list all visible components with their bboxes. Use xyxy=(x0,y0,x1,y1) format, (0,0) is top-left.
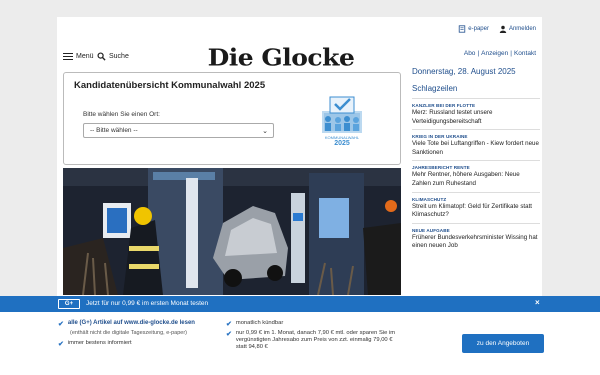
offer-feature: ✔ alle (G+) Artikel auf www.die-glocke.d… xyxy=(58,320,218,328)
offer-feature: ✔ immer bestens informiert xyxy=(58,340,218,348)
hamburger-icon xyxy=(63,53,73,60)
header-links: Abo | Anzeigen | Kontakt xyxy=(463,50,536,57)
offer-column-2: ✔ monatlich kündbar ✔ nur 0,99 € im 1. M… xyxy=(226,320,401,353)
anzeigen-link[interactable]: Anzeigen xyxy=(481,50,508,57)
headline-title[interactable]: Streit um Klimatopf: Geld für Zertifikat… xyxy=(412,203,540,220)
menu-label: Menü xyxy=(76,53,94,60)
login-label: Anmelden xyxy=(508,26,536,32)
offer-feature-note: (enthält nicht die digitale Tageszeitung… xyxy=(70,330,188,336)
offer-feature: ✔ nur 0,99 € im 1. Monat, danach 7,90 € … xyxy=(226,330,401,351)
top-links: e-paper Anmelden xyxy=(458,25,536,33)
check-icon: ✔ xyxy=(58,340,64,348)
offer-feature: ✔ monatlich kündbar xyxy=(226,320,401,328)
current-date: Donnerstag, 28. August 2025 xyxy=(412,67,516,76)
election-emblem-text: KOMMUNALWAHL 2025 xyxy=(324,135,360,147)
headline-item[interactable]: KANZLER BEI DER FLOTTE Merz: Russland te… xyxy=(412,98,540,129)
promo-text: Jetzt für nur 0,99 € im ersten Monat tes… xyxy=(86,300,209,307)
offer-feature-text: immer bestens informiert xyxy=(67,339,132,346)
login-link[interactable]: Anmelden xyxy=(499,25,536,33)
offer-column-1: ✔ alle (G+) Artikel auf www.die-glocke.d… xyxy=(58,320,218,350)
location-select[interactable]: -- Bitte wählen -- ⌄ xyxy=(83,123,274,138)
search-icon xyxy=(97,52,106,61)
offer-panel: ✔ alle (G+) Artikel auf www.die-glocke.d… xyxy=(0,312,600,375)
headline-kicker: KRIEG IN DER UKRAINE xyxy=(412,134,468,140)
header: Menü Suche Die Glocke Abo | Anzeigen | Konta… xyxy=(57,44,542,71)
chevron-down-icon: ⌄ xyxy=(262,128,268,135)
headline-title[interactable]: Merz: Russland testet unsere Verteidigun… xyxy=(412,109,540,126)
headline-kicker: KANZLER BEI DER FLOTTE xyxy=(412,103,476,108)
search-label: Suche xyxy=(109,53,129,60)
abo-link[interactable]: Abo xyxy=(464,50,476,57)
location-select-value: -- Bitte wählen -- xyxy=(90,127,138,134)
headline-item[interactable]: JAHRESBERICHT RENTE Mehr Rentner, höhere… xyxy=(412,160,540,191)
headline-title[interactable]: Früherer Bundesverkehrsminister Wissing … xyxy=(412,234,540,251)
offers-button[interactable]: zu den Angeboten xyxy=(462,334,544,353)
promo-bar[interactable]: G+ Jetzt für nur 0,99 € im ersten Monat … xyxy=(0,296,600,312)
headline-title[interactable]: Viele Tote bei Luftangriffen - Kiew ford… xyxy=(412,140,540,157)
menu-button[interactable]: Menü xyxy=(63,53,94,60)
headline-item[interactable]: NEUE AUFGABE Früherer Bundesverkehrsmini… xyxy=(412,222,540,254)
headline-item[interactable]: KLIMASCHUTZ Streit um Klimatopf: Geld fü… xyxy=(412,191,540,223)
headline-item[interactable]: KRIEG IN DER UKRAINE Viele Tote bei Luft… xyxy=(412,129,540,160)
lead-photo[interactable] xyxy=(63,168,401,295)
epaper-icon xyxy=(459,25,466,33)
headline-kicker: NEUE AUFGABE xyxy=(412,227,450,233)
headline-kicker: JAHRESBERICHT RENTE xyxy=(412,165,470,171)
kontakt-link[interactable]: Kontakt xyxy=(514,50,536,57)
headline-kicker: KLIMASCHUTZ xyxy=(412,196,447,202)
headlines-heading: Schlagzeilen xyxy=(412,84,458,93)
user-icon xyxy=(499,25,507,33)
check-icon: ✔ xyxy=(58,321,64,328)
check-icon: ✔ xyxy=(226,321,232,328)
headline-list: KANZLER BEI DER FLOTTE Merz: Russland te… xyxy=(412,98,540,254)
g-plus-badge: G+ xyxy=(58,299,80,309)
location-select-label: Bitte wählen Sie einen Ort: xyxy=(83,111,160,118)
sidebar: Donnerstag, 28. August 2025 Schlagzeilen… xyxy=(412,67,540,254)
search-button[interactable]: Suche xyxy=(97,52,129,61)
ballot-box-icon xyxy=(322,96,362,133)
election-widget: Kandidatenübersicht Kommunalwahl 2025 Bi… xyxy=(63,72,401,165)
offer-feature-text: nur 0,99 € im 1. Monat, danach 7,90 € mt… xyxy=(235,330,396,350)
epaper-link[interactable]: e-paper xyxy=(458,25,489,33)
widget-title: Kandidatenübersicht Kommunalwahl 2025 xyxy=(74,80,266,91)
close-icon[interactable]: × xyxy=(535,298,540,307)
offer-feature-text: alle (G+) Artikel auf www.die-glocke.de … xyxy=(67,320,195,326)
offer-feature-text: monatlich kündbar xyxy=(235,320,284,326)
site-logo[interactable]: Die Glocke xyxy=(181,44,381,71)
check-icon: ✔ xyxy=(226,331,232,338)
epaper-label: e-paper xyxy=(468,26,489,32)
headline-title[interactable]: Mehr Rentner, höhere Ausgaben: Neue Zahl… xyxy=(412,171,540,188)
